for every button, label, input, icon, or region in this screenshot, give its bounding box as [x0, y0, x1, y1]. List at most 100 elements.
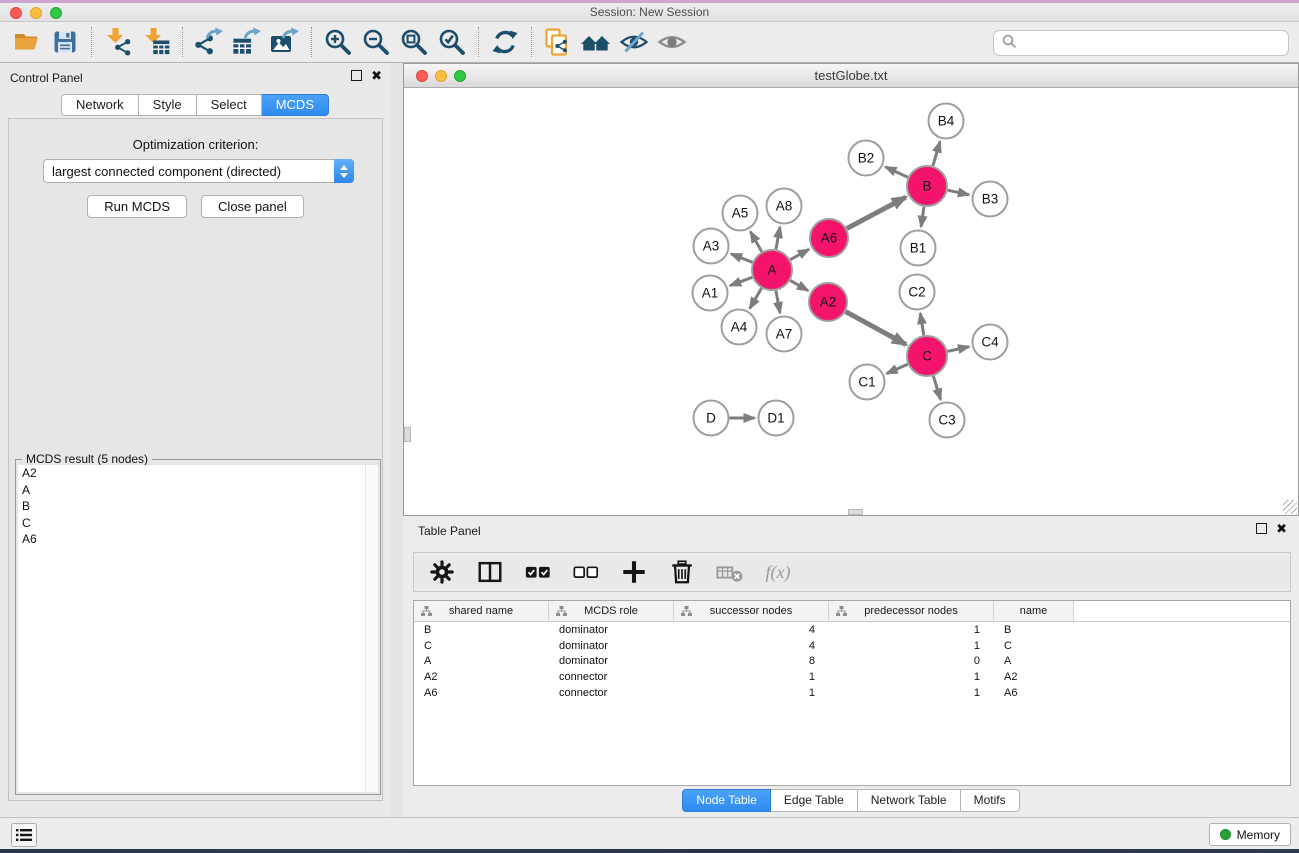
- graph-edge-A-A6[interactable]: [790, 249, 809, 259]
- graph-edge-A-A1[interactable]: [730, 277, 752, 285]
- home-icon[interactable]: [577, 25, 615, 59]
- column-header-name[interactable]: name: [994, 601, 1074, 621]
- open-session-icon[interactable]: [8, 25, 46, 59]
- graph-node-C[interactable]: C: [907, 336, 947, 376]
- graph-node-D1[interactable]: D1: [759, 401, 794, 436]
- graph-edge-A-A5[interactable]: [751, 232, 762, 252]
- hide-all-columns-icon[interactable]: [572, 557, 600, 587]
- mcds-result-item[interactable]: A: [18, 482, 378, 499]
- network-left-scroll-handle[interactable]: [404, 427, 411, 442]
- graph-edge-A-A7[interactable]: [776, 291, 780, 313]
- graph-node-A5[interactable]: A5: [723, 196, 758, 231]
- graph-edge-C-C4[interactable]: [948, 347, 970, 352]
- export-network-icon[interactable]: [190, 25, 228, 59]
- graph-edge-B-B2[interactable]: [886, 167, 908, 177]
- graph-node-A6[interactable]: A6: [810, 219, 848, 257]
- graph-node-C1[interactable]: C1: [850, 365, 885, 400]
- zoom-selected-icon[interactable]: [433, 25, 471, 59]
- table-row[interactable]: A2connector11A2: [414, 669, 1290, 685]
- graph-node-C4[interactable]: C4: [973, 325, 1008, 360]
- search-field[interactable]: [993, 30, 1289, 56]
- column-header-shared-name[interactable]: shared name: [414, 601, 549, 621]
- graph-edge-A-A2[interactable]: [790, 280, 808, 290]
- graph-edge-C-C2[interactable]: [920, 313, 924, 335]
- graph-node-A[interactable]: A: [752, 250, 792, 290]
- float-table-panel-icon[interactable]: [1256, 523, 1267, 534]
- network-window-titlebar[interactable]: testGlobe.txt: [404, 64, 1298, 88]
- graph-edge-A6-B[interactable]: [847, 197, 906, 228]
- tab-motifs[interactable]: Motifs: [961, 789, 1020, 812]
- import-network-icon[interactable]: [99, 25, 137, 59]
- split-view-icon[interactable]: [476, 557, 504, 587]
- table-row[interactable]: A6connector11A6: [414, 685, 1290, 701]
- save-session-icon[interactable]: [46, 25, 84, 59]
- graph-node-B2[interactable]: B2: [849, 141, 884, 176]
- graph-node-A3[interactable]: A3: [694, 229, 729, 264]
- export-table-icon[interactable]: [228, 25, 266, 59]
- tab-network-table[interactable]: Network Table: [858, 789, 961, 812]
- mcds-result-item[interactable]: C: [18, 515, 378, 532]
- show-all-columns-icon[interactable]: [524, 557, 552, 587]
- column-header-successor-nodes[interactable]: successor nodes: [674, 601, 829, 621]
- graph-edge-A-A8[interactable]: [776, 227, 780, 249]
- tab-mcds[interactable]: MCDS: [262, 94, 329, 116]
- mcds-result-item[interactable]: A2: [18, 465, 378, 482]
- memory-button[interactable]: Memory: [1209, 823, 1291, 846]
- task-history-button[interactable]: [11, 823, 37, 847]
- close-panel-button[interactable]: Close panel: [201, 195, 304, 218]
- network-graph[interactable]: B4B2BB3B1A5A8A6A3AA1A2C2A4A7C4CC1C3DD1: [404, 88, 1298, 515]
- import-table-icon[interactable]: [137, 25, 175, 59]
- graph-node-B4[interactable]: B4: [929, 104, 964, 139]
- zoom-out-icon[interactable]: [357, 25, 395, 59]
- table-row[interactable]: Cdominator41C: [414, 638, 1290, 654]
- network-canvas[interactable]: B4B2BB3B1A5A8A6A3AA1A2C2A4A7C4CC1C3DD1: [404, 88, 1298, 515]
- graph-edge-B-B4[interactable]: [933, 142, 940, 166]
- graph-node-C2[interactable]: C2: [900, 275, 935, 310]
- graph-node-B[interactable]: B: [907, 166, 947, 206]
- optimization-criterion-select[interactable]: largest connected component (directed): [43, 159, 354, 183]
- graph-node-A4[interactable]: A4: [722, 310, 757, 345]
- mcds-result-list[interactable]: A2ABCA6: [18, 465, 378, 792]
- column-header-MCDS-role[interactable]: MCDS role: [549, 601, 674, 621]
- graph-node-A2[interactable]: A2: [809, 283, 847, 321]
- hide-details-icon[interactable]: [615, 25, 653, 59]
- export-image-icon[interactable]: [266, 25, 304, 59]
- graph-node-A1[interactable]: A1: [693, 276, 728, 311]
- graph-node-B1[interactable]: B1: [901, 231, 936, 266]
- result-list-scrollbar[interactable]: [365, 465, 378, 792]
- table-row[interactable]: Bdominator41B: [414, 622, 1290, 638]
- settings-gear-icon[interactable]: [428, 557, 456, 587]
- refresh-icon[interactable]: [486, 25, 524, 59]
- tab-node-table[interactable]: Node Table: [682, 789, 771, 812]
- table-row[interactable]: Adominator80A: [414, 654, 1290, 670]
- graph-edge-C-C1[interactable]: [887, 364, 908, 373]
- column-header-predecessor-nodes[interactable]: predecessor nodes: [829, 601, 994, 621]
- float-panel-icon[interactable]: [351, 70, 362, 81]
- mcds-result-item[interactable]: A6: [18, 531, 378, 548]
- zoom-fit-icon[interactable]: [395, 25, 433, 59]
- graph-node-D[interactable]: D: [694, 401, 729, 436]
- tab-network[interactable]: Network: [61, 94, 139, 116]
- network-bottom-scroll-handle[interactable]: [848, 509, 863, 515]
- graph-node-B3[interactable]: B3: [973, 182, 1008, 217]
- close-table-panel-icon[interactable]: ✖: [1276, 523, 1287, 534]
- graph-edge-B-B3[interactable]: [948, 190, 969, 195]
- graph-node-C3[interactable]: C3: [930, 403, 965, 438]
- tab-select[interactable]: Select: [197, 94, 262, 116]
- mcds-result-item[interactable]: B: [18, 498, 378, 515]
- node-table[interactable]: shared nameMCDS rolesuccessor nodesprede…: [413, 600, 1291, 786]
- graph-edge-C-C3[interactable]: [933, 376, 940, 400]
- graph-edge-A-A4[interactable]: [750, 288, 762, 308]
- show-details-icon[interactable]: [653, 25, 691, 59]
- graph-edge-B-B1[interactable]: [921, 207, 924, 227]
- search-input[interactable]: [1022, 33, 1288, 53]
- graph-node-A7[interactable]: A7: [767, 317, 802, 352]
- add-column-icon[interactable]: [620, 557, 648, 587]
- graph-edge-A-A3[interactable]: [731, 254, 753, 262]
- zoom-in-icon[interactable]: [319, 25, 357, 59]
- network-resize-grip[interactable]: [1283, 500, 1297, 514]
- tab-style[interactable]: Style: [139, 94, 197, 116]
- delete-columns-icon[interactable]: [668, 557, 696, 587]
- run-mcds-button[interactable]: Run MCDS: [87, 195, 187, 218]
- graph-edge-A2-C[interactable]: [846, 312, 906, 345]
